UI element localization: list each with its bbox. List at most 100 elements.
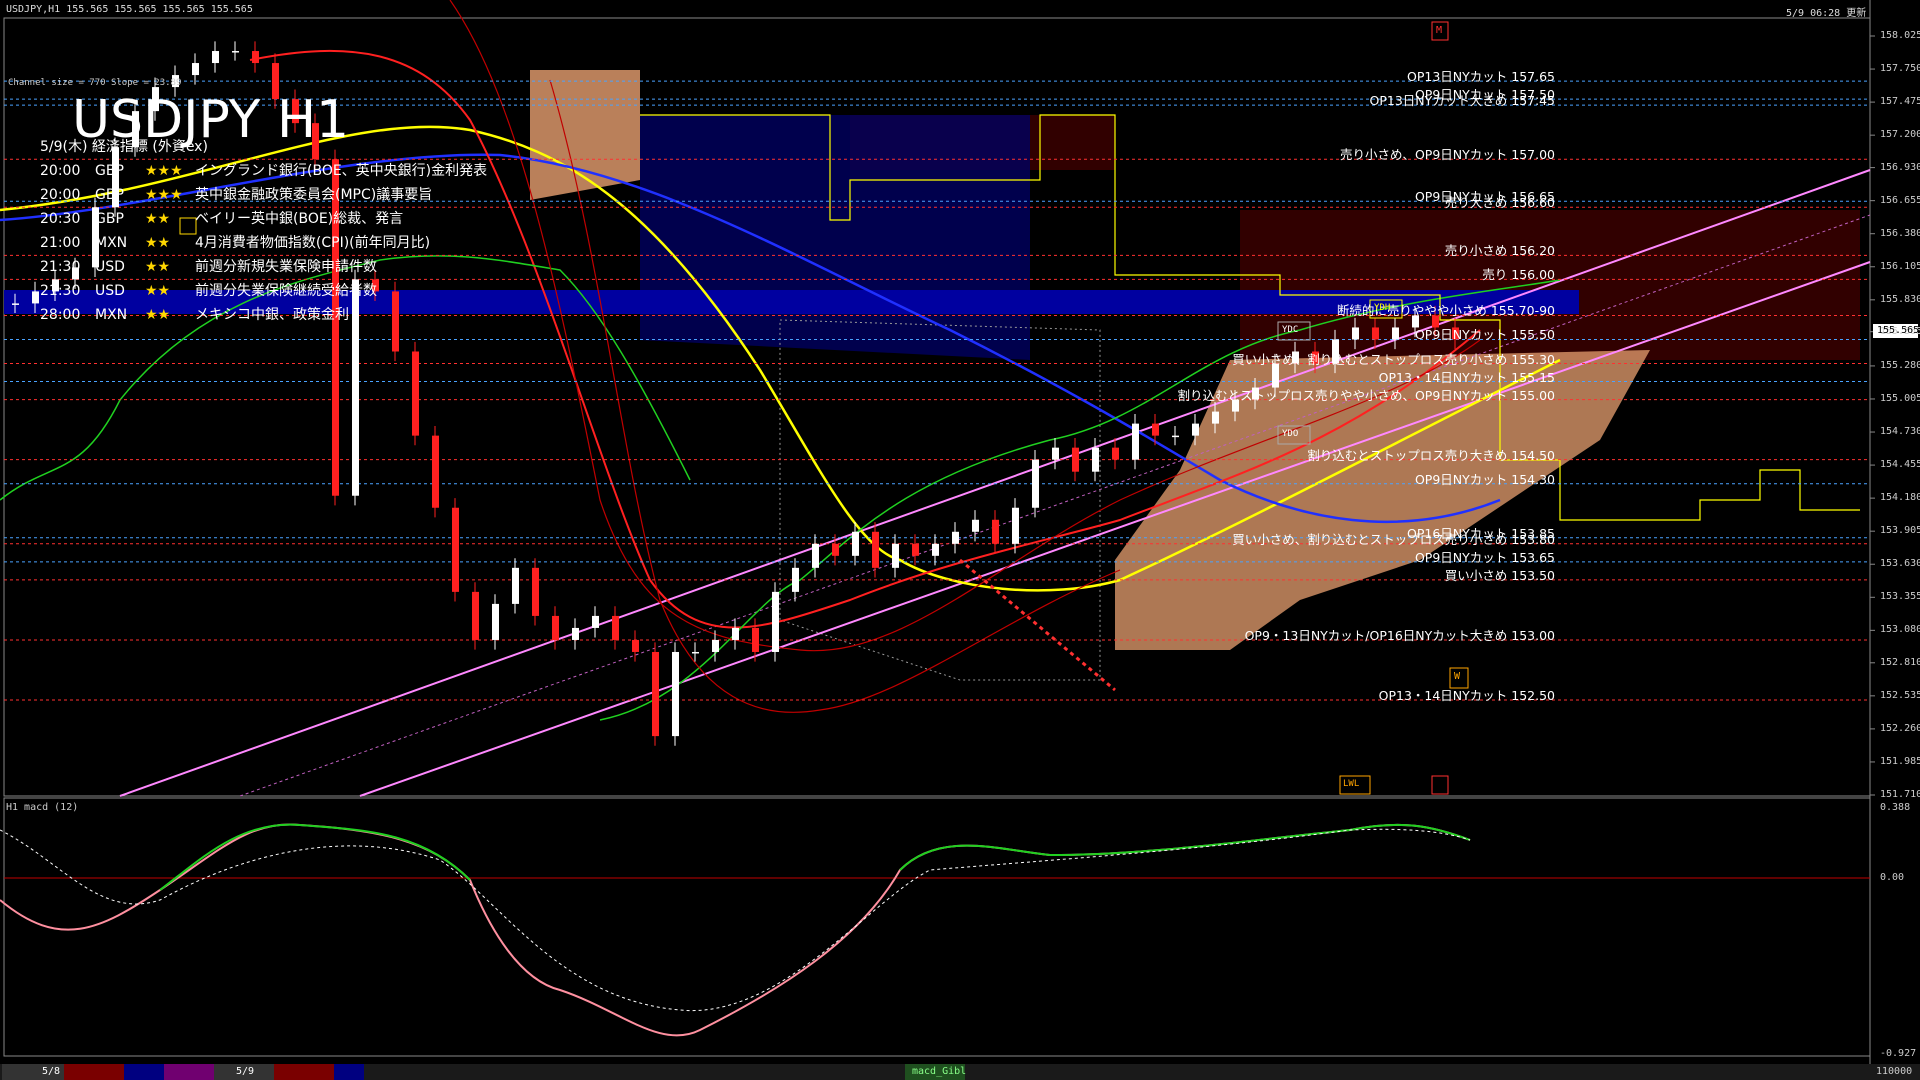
event-row: 21:00 MXN ★★ 4月消費者物価指数(CPI)(前年同月比) [40, 232, 430, 252]
tab-5-8-label[interactable]: 5/8 [42, 1066, 60, 1077]
order-label: 売り小さめ、OP9日NYカット 157.00 [1339, 147, 1555, 163]
event-row: 21:30 USD ★★ 前週分失業保険継続受給者数 [40, 280, 377, 300]
order-label: OP9・13日NYカット/OP16日NYカット大きめ 153.00 [1244, 627, 1555, 643]
lwl-tag-label: LWL [1343, 779, 1360, 789]
ichimoku-cloud-orange-left [530, 70, 640, 200]
order-label: 買い小さめ、割り込むとストップロス売り小さめ 155.30 [1232, 351, 1555, 367]
event-row: 28:00 MXN ★★ メキシコ中銀、政策金利 [40, 304, 349, 324]
price-axis-label: 153.630 [1880, 558, 1920, 570]
candle-body [972, 519, 979, 532]
price-axis-label: 156.930 [1880, 161, 1920, 173]
candle-body [1092, 447, 1099, 472]
order-label: OP9日NYカット 154.30 [1414, 471, 1555, 487]
event-name: ベイリー英中銀(BOE)総裁、発言 [195, 211, 404, 227]
candle-body [512, 567, 519, 604]
order-label: OP13日NYカット 157.65 [1407, 69, 1555, 85]
candle-body [552, 615, 559, 640]
candle-body [12, 303, 19, 305]
candle-body [932, 543, 939, 556]
order-label: OP13日NYカット大きめ 157.45 [1369, 93, 1555, 109]
price-axis-label: 156.380 [1880, 227, 1920, 239]
tab-color-5[interactable] [334, 1064, 364, 1080]
price-axis-label: 158.025 [1880, 30, 1920, 41]
candle-body [812, 543, 819, 568]
order-label: 割り込むとストップロス売りやや小さめ、OP9日NYカット 155.00 [1177, 387, 1555, 403]
price-axis-label: 153.905 [1880, 525, 1920, 537]
tab-color-3[interactable] [164, 1064, 214, 1080]
macd-signal-line [0, 828, 1471, 1012]
candle-body [732, 627, 739, 640]
event-time: 21:30 [40, 283, 81, 299]
current-price-label: 155.565 [1877, 325, 1920, 336]
candle-body [212, 51, 219, 64]
order-label: 買い小さめ 153.50 [1444, 567, 1555, 583]
candle-body [1372, 327, 1379, 340]
price-axis-label: 152.810 [1880, 656, 1920, 668]
candle-body [432, 435, 439, 508]
event-importance: ★★ [145, 259, 171, 275]
channel-lower-line [359, 261, 1871, 797]
candle-body [472, 591, 479, 640]
candle-body [712, 639, 719, 652]
tab-color-1[interactable] [64, 1064, 124, 1080]
event-time: 20:00 [40, 163, 81, 179]
price-axis-label: 155.830 [1880, 293, 1920, 305]
price-axis-label: 156.105 [1880, 260, 1920, 272]
order-label: 売り大きめ 156.60 [1444, 195, 1555, 211]
price-axis-label: 157.475 [1880, 96, 1920, 108]
candle-body [1032, 459, 1039, 508]
candle-body [1072, 447, 1079, 472]
candle-body [632, 639, 639, 652]
candle-body [1352, 327, 1359, 340]
order-label: OP13・14日NYカット 152.50 [1378, 688, 1555, 704]
price-axis-ticks [1870, 35, 1875, 796]
tab-5-9-label[interactable]: 5/9 [236, 1066, 254, 1077]
event-time: 20:30 [40, 211, 81, 227]
macd-axis-bottom: -0.927 [1880, 1048, 1917, 1059]
ydc-tag-label: YDC [1282, 325, 1299, 335]
candle-body [1152, 423, 1159, 436]
candle-body [1012, 507, 1019, 544]
candle-body [772, 591, 779, 652]
w-tag-label: W [1454, 671, 1461, 682]
events-title: 5/9(木) 経済指標 (外資ex) [40, 139, 208, 155]
ydh-tag-label: YDH [1374, 303, 1391, 313]
candle-body [32, 291, 39, 304]
event-currency: GBP [95, 211, 124, 227]
order-label: 買い小さめ、割り込むとストップロス売り小さめ 153.80 [1232, 531, 1555, 547]
price-axis-label: 151.710 [1880, 789, 1920, 800]
candle-body [572, 627, 579, 640]
candle-body [1112, 447, 1119, 460]
price-axis-label: 154.730 [1880, 426, 1920, 438]
order-label: OP13・14日NYカット 155.15 [1378, 369, 1555, 385]
tab-color-4[interactable] [274, 1064, 334, 1080]
tab-macd-label[interactable]: macd_Gibl [912, 1066, 966, 1077]
candle-body [672, 651, 679, 737]
channel-info: Channel size = 770 Slope = 23.89 [8, 78, 182, 88]
event-currency: MXN [95, 235, 128, 251]
event-importance: ★★ [145, 211, 171, 227]
candle-body [1192, 423, 1199, 436]
tab-color-2[interactable] [124, 1064, 164, 1080]
event-time: 21:00 [40, 235, 81, 251]
event-time: 28:00 [40, 307, 81, 323]
price-axis-label: 155.280 [1880, 359, 1920, 371]
event-name: メキシコ中銀、政策金利 [195, 307, 349, 323]
symbol-info: USDJPY,H1 155.565 155.565 155.565 155.56… [6, 4, 253, 15]
order-label: 割り込むとストップロス売り大きめ 154.50 [1307, 447, 1555, 463]
event-importance: ★★ [145, 283, 171, 299]
price-axis-label: 154.180 [1880, 492, 1920, 504]
candle-body [392, 291, 399, 352]
event-row: 20:00 GBP ★★★ イングランド銀行(BOE、英中央銀行)金利発表 [40, 160, 487, 180]
bottom-right-value: 110000 [1876, 1066, 1913, 1077]
event-importance: ★★★ [145, 187, 183, 203]
candle-body [952, 531, 959, 544]
candle-body [1052, 447, 1059, 460]
candle-body [532, 567, 539, 616]
candle-body [492, 603, 499, 640]
order-label: 売り小さめ 156.20 [1444, 243, 1555, 259]
candle-body [1392, 327, 1399, 340]
candle-body [832, 543, 839, 556]
price-axis-label: 155.005 [1880, 392, 1920, 404]
order-label: 売り 156.00 [1482, 267, 1555, 283]
